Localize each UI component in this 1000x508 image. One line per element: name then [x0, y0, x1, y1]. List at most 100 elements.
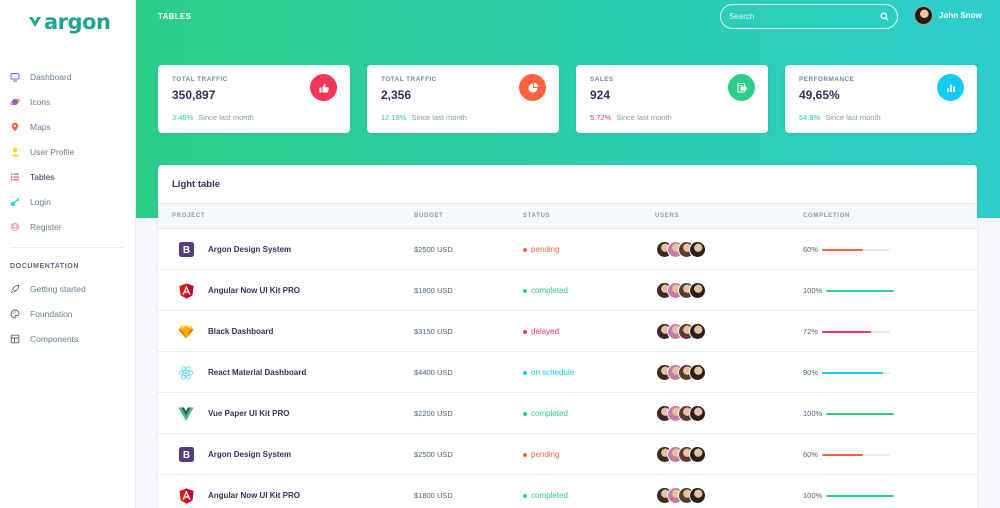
th-budget[interactable]: BUDGET — [414, 213, 444, 219]
users-cell — [656, 352, 706, 393]
stat-value: 924 — [590, 88, 611, 102]
th-users[interactable]: USERS — [655, 213, 679, 219]
users-cell — [656, 393, 706, 434]
key-icon — [10, 197, 20, 207]
completion-value: 100% — [803, 491, 823, 500]
users-cell — [656, 311, 706, 352]
completion-cell: 60% — [803, 229, 891, 270]
status-badge: pending — [523, 229, 559, 270]
table-title: Light table — [172, 178, 221, 190]
sidebar-item-label: Login — [30, 196, 51, 207]
stat-percentage: 3.48% — [172, 113, 194, 122]
search-box[interactable] — [720, 4, 898, 29]
sidebar-item-dashboard[interactable]: Dashboard — [0, 64, 136, 89]
avatar-group — [656, 364, 706, 381]
stat-title: TOTAL TRAFFIC — [381, 76, 437, 83]
bootstrap-icon: B — [178, 447, 194, 463]
table-row: Vue Paper UI Kit PRO $2200 USD completed 10… — [158, 393, 977, 434]
project-name[interactable]: Argon Design System — [208, 245, 291, 254]
avatar[interactable] — [689, 364, 706, 381]
search-icon[interactable] — [880, 12, 889, 21]
progress-bar — [822, 248, 891, 251]
search-input[interactable] — [729, 12, 880, 21]
avatar[interactable] — [689, 323, 706, 340]
th-status[interactable]: STATUS — [523, 213, 550, 219]
stat-since-label: Since last month — [198, 113, 254, 122]
sidebar-doc-components[interactable]: Components — [0, 326, 136, 351]
user-avatar[interactable] — [914, 6, 933, 25]
sidebar-item-icons[interactable]: Icons — [0, 89, 136, 114]
budget-cell: $2500 USD — [414, 450, 453, 459]
project-name[interactable]: React Material Dashboard — [208, 368, 306, 377]
progress-bar — [822, 371, 891, 374]
avatar[interactable] — [689, 282, 706, 299]
light-table-card: Light table PROJECT BUDGET STATUS USERS … — [158, 165, 977, 508]
circle-user-icon — [10, 222, 20, 232]
table-row: React Material Dashboard $4400 USD on sche… — [158, 352, 977, 393]
progress-bar — [822, 453, 891, 456]
sidebar-nav: Dashboard Icons Maps User Profile Tables Logi… — [0, 64, 136, 351]
status-dot — [523, 329, 527, 334]
project-cell: B Argon Design System — [178, 434, 291, 475]
table-row: Black Dashboard $3150 USD delayed 72% — [158, 311, 977, 352]
tv-icon — [10, 72, 20, 82]
user-menu[interactable]: John Snow — [914, 6, 982, 25]
pin-icon — [10, 122, 20, 132]
project-name[interactable]: Argon Design System — [208, 450, 291, 459]
project-name[interactable]: Angular Now UI Kit PRO — [208, 491, 300, 500]
sidebar-doc-getting-started[interactable]: Getting started — [0, 276, 136, 301]
project-name[interactable]: Vue Paper UI Kit PRO — [208, 409, 290, 418]
brand-logo[interactable]: argon — [28, 10, 111, 34]
avatar[interactable] — [689, 487, 706, 504]
status-label: completed — [531, 409, 568, 418]
project-name[interactable]: Black Dashboard — [208, 327, 273, 336]
th-project[interactable]: PROJECT — [172, 213, 205, 219]
avatar-group — [656, 323, 706, 340]
sidebar-doc-foundation[interactable]: Foundation — [0, 301, 136, 326]
status-badge: pending — [523, 434, 559, 475]
sidebar-item-label: Tables — [30, 171, 55, 182]
budget-cell: $3150 USD — [414, 327, 453, 336]
avatar-group — [656, 487, 706, 504]
project-cell: B Argon Design System — [178, 229, 291, 270]
sidebar-item-label: Foundation — [30, 308, 73, 319]
stat-since-label: Since last month — [616, 113, 672, 122]
sidebar-item-tables[interactable]: Tables — [0, 164, 136, 189]
completion-cell: 72% — [803, 311, 891, 352]
progress-bar — [826, 289, 895, 292]
completion-cell: 90% — [803, 352, 891, 393]
users-cell — [656, 229, 706, 270]
users-cell — [656, 270, 706, 311]
budget-cell: $1800 USD — [414, 286, 453, 295]
sidebar-item-user-profile[interactable]: User Profile — [0, 139, 136, 164]
angular-icon — [178, 283, 194, 299]
avatar[interactable] — [689, 405, 706, 422]
project-name[interactable]: Angular Now UI Kit PRO — [208, 286, 300, 295]
th-completion[interactable]: COMPLETION — [803, 213, 850, 219]
completion-value: 72% — [803, 327, 819, 336]
thumbs-up-icon — [310, 74, 337, 101]
completion-cell: 100% — [803, 475, 895, 508]
stat-since-label: Since last month — [411, 113, 467, 122]
budget-cell: $4400 USD — [414, 368, 453, 377]
sidebar-item-login[interactable]: Login — [0, 189, 136, 214]
sidebar-heading-documentation: DOCUMENTATION — [10, 262, 79, 270]
table-row: B Argon Design System $2500 USD pending 60% — [158, 434, 977, 475]
sidebar-item-maps[interactable]: Maps — [0, 114, 136, 139]
sketch-icon — [178, 324, 194, 340]
vue-icon — [178, 406, 194, 422]
sidebar-item-register[interactable]: Register — [0, 214, 136, 239]
avatar-group — [656, 241, 706, 258]
stat-percentage: 54.8% — [799, 113, 821, 122]
avatar[interactable] — [689, 446, 706, 463]
user-name[interactable]: John Snow — [939, 11, 982, 20]
completion-cell: 60% — [803, 434, 891, 475]
stat-percentage: 12.18% — [381, 113, 407, 122]
avatar[interactable] — [689, 241, 706, 258]
users-cell — [656, 434, 706, 475]
project-cell: Angular Now UI Kit PRO — [178, 475, 300, 508]
argon-logo-icon — [29, 17, 41, 27]
planet-icon — [10, 97, 20, 107]
sidebar: argon Dashboard Icons Maps User Profile Tabl… — [0, 0, 136, 508]
stat-card: SALES 924 5.72% Since last month — [576, 65, 768, 133]
